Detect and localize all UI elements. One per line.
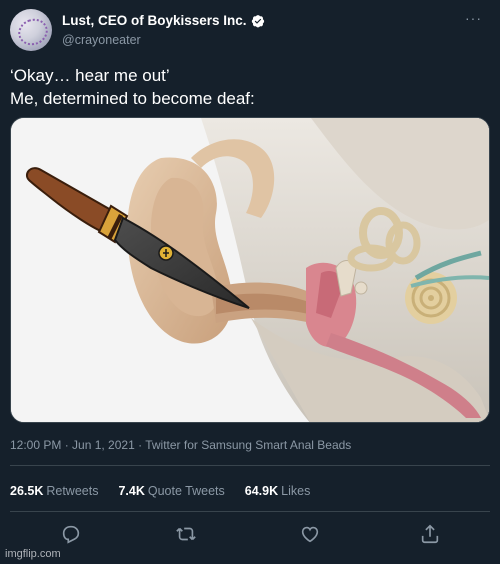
likes-count: 64.9K (244, 484, 279, 498)
tweet-text: ‘Okay… hear me out’ Me, determined to be… (10, 64, 490, 110)
tweet-text-line: Me, determined to become deaf: (10, 89, 255, 108)
retweets-label: Retweets (46, 484, 99, 498)
author-name-row[interactable]: Lust, CEO of Boykissers Inc. (62, 13, 265, 28)
reply-icon[interactable] (60, 523, 82, 545)
tweet-stats: 26.5K Retweets 7.4K Quote Tweets 64.9K Like… (10, 484, 310, 498)
quote-tweets-count: 7.4K (118, 484, 145, 498)
tweet-actions-bar (10, 521, 490, 547)
tweet-media-image[interactable] (10, 117, 490, 423)
likes-label: Likes (281, 484, 311, 498)
divider (10, 511, 490, 512)
retweet-icon[interactable] (175, 523, 197, 545)
avatar[interactable] (10, 9, 52, 51)
share-icon[interactable] (419, 523, 441, 545)
retweets-count: 26.5K (10, 484, 44, 498)
tweet-header: Lust, CEO of Boykissers Inc. @crayoneate… (10, 8, 490, 54)
likes-stat[interactable]: 64.9K Likes (245, 484, 311, 498)
author-handle[interactable]: @crayoneater (62, 33, 141, 47)
divider (10, 465, 490, 466)
tweet-timestamp-source[interactable]: 12:00 PM · Jun 1, 2021 · Twitter for Sam… (10, 438, 351, 452)
tweet-text-line: ‘Okay… hear me out’ (10, 66, 170, 85)
quote-tweets-label: Quote Tweets (147, 484, 225, 498)
retweets-stat[interactable]: 26.5K Retweets (10, 484, 98, 498)
author-display-name[interactable]: Lust, CEO of Boykissers Inc. (62, 13, 247, 28)
ear-anatomy-knife-illustration (11, 118, 489, 422)
verified-badge-icon (251, 14, 264, 27)
like-icon[interactable] (299, 523, 321, 545)
more-options-icon[interactable]: ··· (465, 10, 482, 26)
quote-tweets-stat[interactable]: 7.4K Quote Tweets (118, 484, 224, 498)
imgflip-watermark: imgflip.com (5, 548, 61, 560)
